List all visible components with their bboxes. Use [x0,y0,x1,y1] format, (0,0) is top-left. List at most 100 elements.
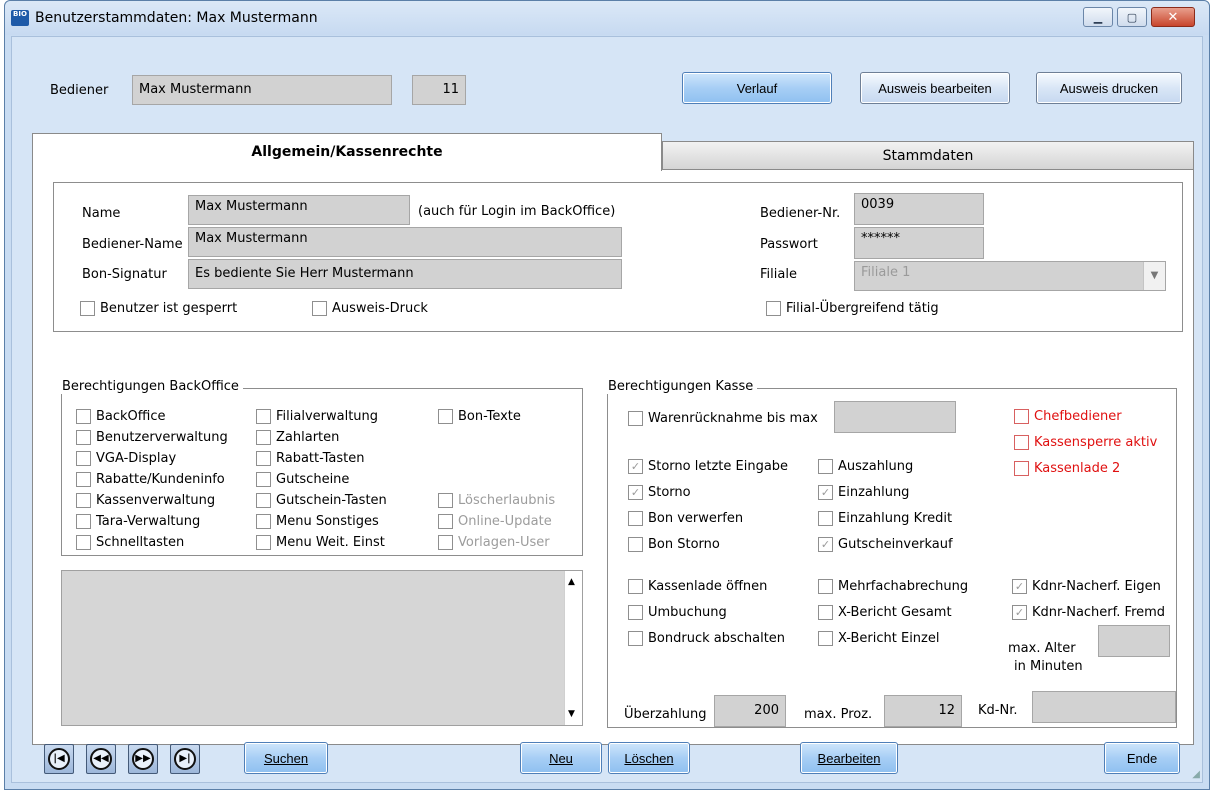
passwort-input[interactable]: ****** [854,227,984,259]
filialverwaltung-checkbox[interactable]: Filialverwaltung [256,409,378,424]
ausweis-druck-checkbox[interactable]: Ausweis-Druck [312,301,428,316]
ende-button[interactable]: Ende [1104,742,1180,774]
zahlarten-checkbox[interactable]: Zahlarten [256,430,339,445]
tab-stammdaten[interactable]: Stammdaten [662,141,1194,171]
checkbox-box [256,493,271,508]
checkbox-box [438,514,453,529]
bediener-nr-input[interactable]: 0039 [854,193,984,225]
filiale-label: Filiale [760,267,797,282]
last-record-button[interactable]: ▶| [170,744,200,774]
x-bericht-gesamt-checkbox[interactable]: X-Bericht Gesamt [818,605,952,620]
schnelltasten-checkbox[interactable]: Schnelltasten [76,535,184,550]
neu-label: Neu [549,750,573,766]
first-record-button[interactable]: |◀ [44,744,74,774]
online-update-label: Online-Update [458,514,552,529]
storno-label: Storno [648,485,691,500]
name-input[interactable]: Max Mustermann [188,195,410,225]
bon-verwerfen-label: Bon verwerfen [648,511,744,526]
suchen-button[interactable]: Suchen [244,742,328,774]
ausweis-drucken-button[interactable]: Ausweis drucken [1036,72,1182,104]
app-icon: BIO [11,10,29,26]
minimize-button[interactable]: ▁ [1083,7,1113,27]
scroll-down-icon[interactable]: ▼ [568,709,575,719]
loeschen-button[interactable]: Löschen [608,742,690,774]
umbuchung-checkbox[interactable]: Umbuchung [628,605,727,620]
benutzer-gesperrt-checkbox[interactable]: Benutzer ist gesperrt [80,301,237,316]
auszahlung-label: Auszahlung [838,459,914,474]
bediener-name-input[interactable]: Max Mustermann [188,227,622,257]
bon-storno-checkbox[interactable]: Bon Storno [628,537,720,552]
last-record-icon: ▶| [174,748,196,770]
storno-letzte-eingabe-checkbox[interactable]: ✓ Storno letzte Eingabe [628,459,788,474]
gutscheine-checkbox[interactable]: Gutscheine [256,472,349,487]
ausweis-bearbeiten-button[interactable]: Ausweis bearbeiten [860,72,1010,104]
vga-display-checkbox[interactable]: VGA-Display [76,451,176,466]
x-bericht-einzel-checkbox[interactable]: X-Bericht Einzel [818,631,939,646]
einzahlung-kredit-checkbox[interactable]: Einzahlung Kredit [818,511,952,526]
bon-texte-label: Bon-Texte [458,409,521,424]
umbuchung-label: Umbuchung [648,605,727,620]
minimize-icon: ▁ [1093,10,1103,24]
kassenlade-2-checkbox[interactable]: Kassenlade 2 [1014,461,1120,476]
log-textarea[interactable]: ▲ ▼ [61,570,583,726]
einzahlung-checkbox[interactable]: ✓ Einzahlung [818,485,909,500]
checkbox-box [818,579,833,594]
next-record-button[interactable]: ▶▶ [128,744,158,774]
kdnr-nacherf-eigen-checkbox[interactable]: ✓ Kdnr-Nacherf. Eigen [1012,579,1161,594]
bon-texte-checkbox[interactable]: Bon-Texte [438,409,521,424]
benutzerverwaltung-checkbox[interactable]: Benutzerverwaltung [76,430,228,445]
title-bar[interactable]: BIO Benutzerstammdaten: Max Mustermann ▁… [5,1,1209,35]
previous-record-button[interactable]: ◀◀ [86,744,116,774]
kassensperre-aktiv-checkbox[interactable]: Kassensperre aktiv [1014,435,1157,450]
kdnr-nacherf-fremd-checkbox[interactable]: ✓ Kdnr-Nacherf. Fremd [1012,605,1165,620]
warenruecknahme-input[interactable] [834,401,956,433]
kassenverwaltung-checkbox[interactable]: Kassenverwaltung [76,493,215,508]
bon-verwerfen-checkbox[interactable]: Bon verwerfen [628,511,743,526]
kassenlade-öffnen-checkbox[interactable]: Kassenlade öffnen [628,579,767,594]
bearbeiten-button[interactable]: Bearbeiten [800,742,898,774]
mehrfachabrechung-checkbox[interactable]: Mehrfachabrechung [818,579,968,594]
maximize-icon: ▢ [1126,10,1138,24]
einzahlung-label: Einzahlung [838,485,910,500]
filial-uebergreifend-checkbox[interactable]: Filial-Übergreifend tätig [766,301,939,316]
rabatte-kundeninfo-checkbox[interactable]: Rabatte/Kundeninfo [76,472,225,487]
resize-grip-icon[interactable]: ◢ [1192,769,1200,780]
gutscheinverkauf-checkbox[interactable]: ✓ Gutscheinverkauf [818,537,953,552]
checkbox-box [818,631,833,646]
backoffice-group: Berechtigungen BackOffice Bon-Texte Back… [58,379,583,556]
benutzer-gesperrt-label: Benutzer ist gesperrt [100,301,238,316]
tab-allgemein[interactable]: Allgemein/Kassenrechte [32,133,662,171]
menu-weit-einst-checkbox[interactable]: Menu Weit. Einst [256,535,385,550]
filiale-select[interactable]: Filiale 1 ▼ [854,261,1166,291]
checkbox-box [818,511,833,526]
gutscheinverkauf-label: Gutscheinverkauf [838,537,953,552]
backoffice-label: BackOffice [96,409,166,424]
maximize-button[interactable]: ▢ [1117,7,1147,27]
menu-sonstiges-checkbox[interactable]: Menu Sonstiges [256,514,379,529]
chevron-down-icon[interactable]: ▼ [1143,262,1165,290]
gutschein-tasten-checkbox[interactable]: Gutschein-Tasten [256,493,387,508]
bondruck-abschalten-checkbox[interactable]: Bondruck abschalten [628,631,785,646]
neu-button[interactable]: Neu [520,742,602,774]
chefbediener-checkbox[interactable]: Chefbediener [1014,409,1122,424]
scroll-up-icon[interactable]: ▲ [568,577,575,587]
max-proz-input[interactable]: 12 [884,695,962,727]
max-alter-input[interactable] [1098,625,1170,657]
auszahlung-checkbox[interactable]: Auszahlung [818,459,913,474]
kdnr-input[interactable] [1032,691,1176,723]
x-bericht-einzel-label: X-Bericht Einzel [838,631,940,646]
bon-signatur-input[interactable]: Es bediente Sie Herr Mustermann [188,259,622,289]
backoffice-checkbox[interactable]: BackOffice [76,409,166,424]
tara-verwaltung-checkbox[interactable]: Tara-Verwaltung [76,514,200,529]
löscherlaubnis-checkbox: Löscherlaubnis [438,493,555,508]
close-button[interactable]: ✕ [1151,7,1195,27]
log-scrollbar[interactable]: ▲ ▼ [564,571,582,725]
verlauf-button[interactable]: Verlauf [682,72,832,104]
stammdaten-group: Name Max Mustermann (auch für Login im B… [53,182,1183,332]
filial-uebergreifend-label: Filial-Übergreifend tätig [786,301,939,316]
warenruecknahme-checkbox[interactable]: Warenrücknahme bis max [628,411,818,426]
storno-checkbox[interactable]: ✓ Storno [628,485,691,500]
rabatt-tasten-checkbox[interactable]: Rabatt-Tasten [256,451,365,466]
ueberzahlung-input[interactable]: 200 [714,695,786,727]
app-window: BIO Benutzerstammdaten: Max Mustermann ▁… [4,0,1210,790]
